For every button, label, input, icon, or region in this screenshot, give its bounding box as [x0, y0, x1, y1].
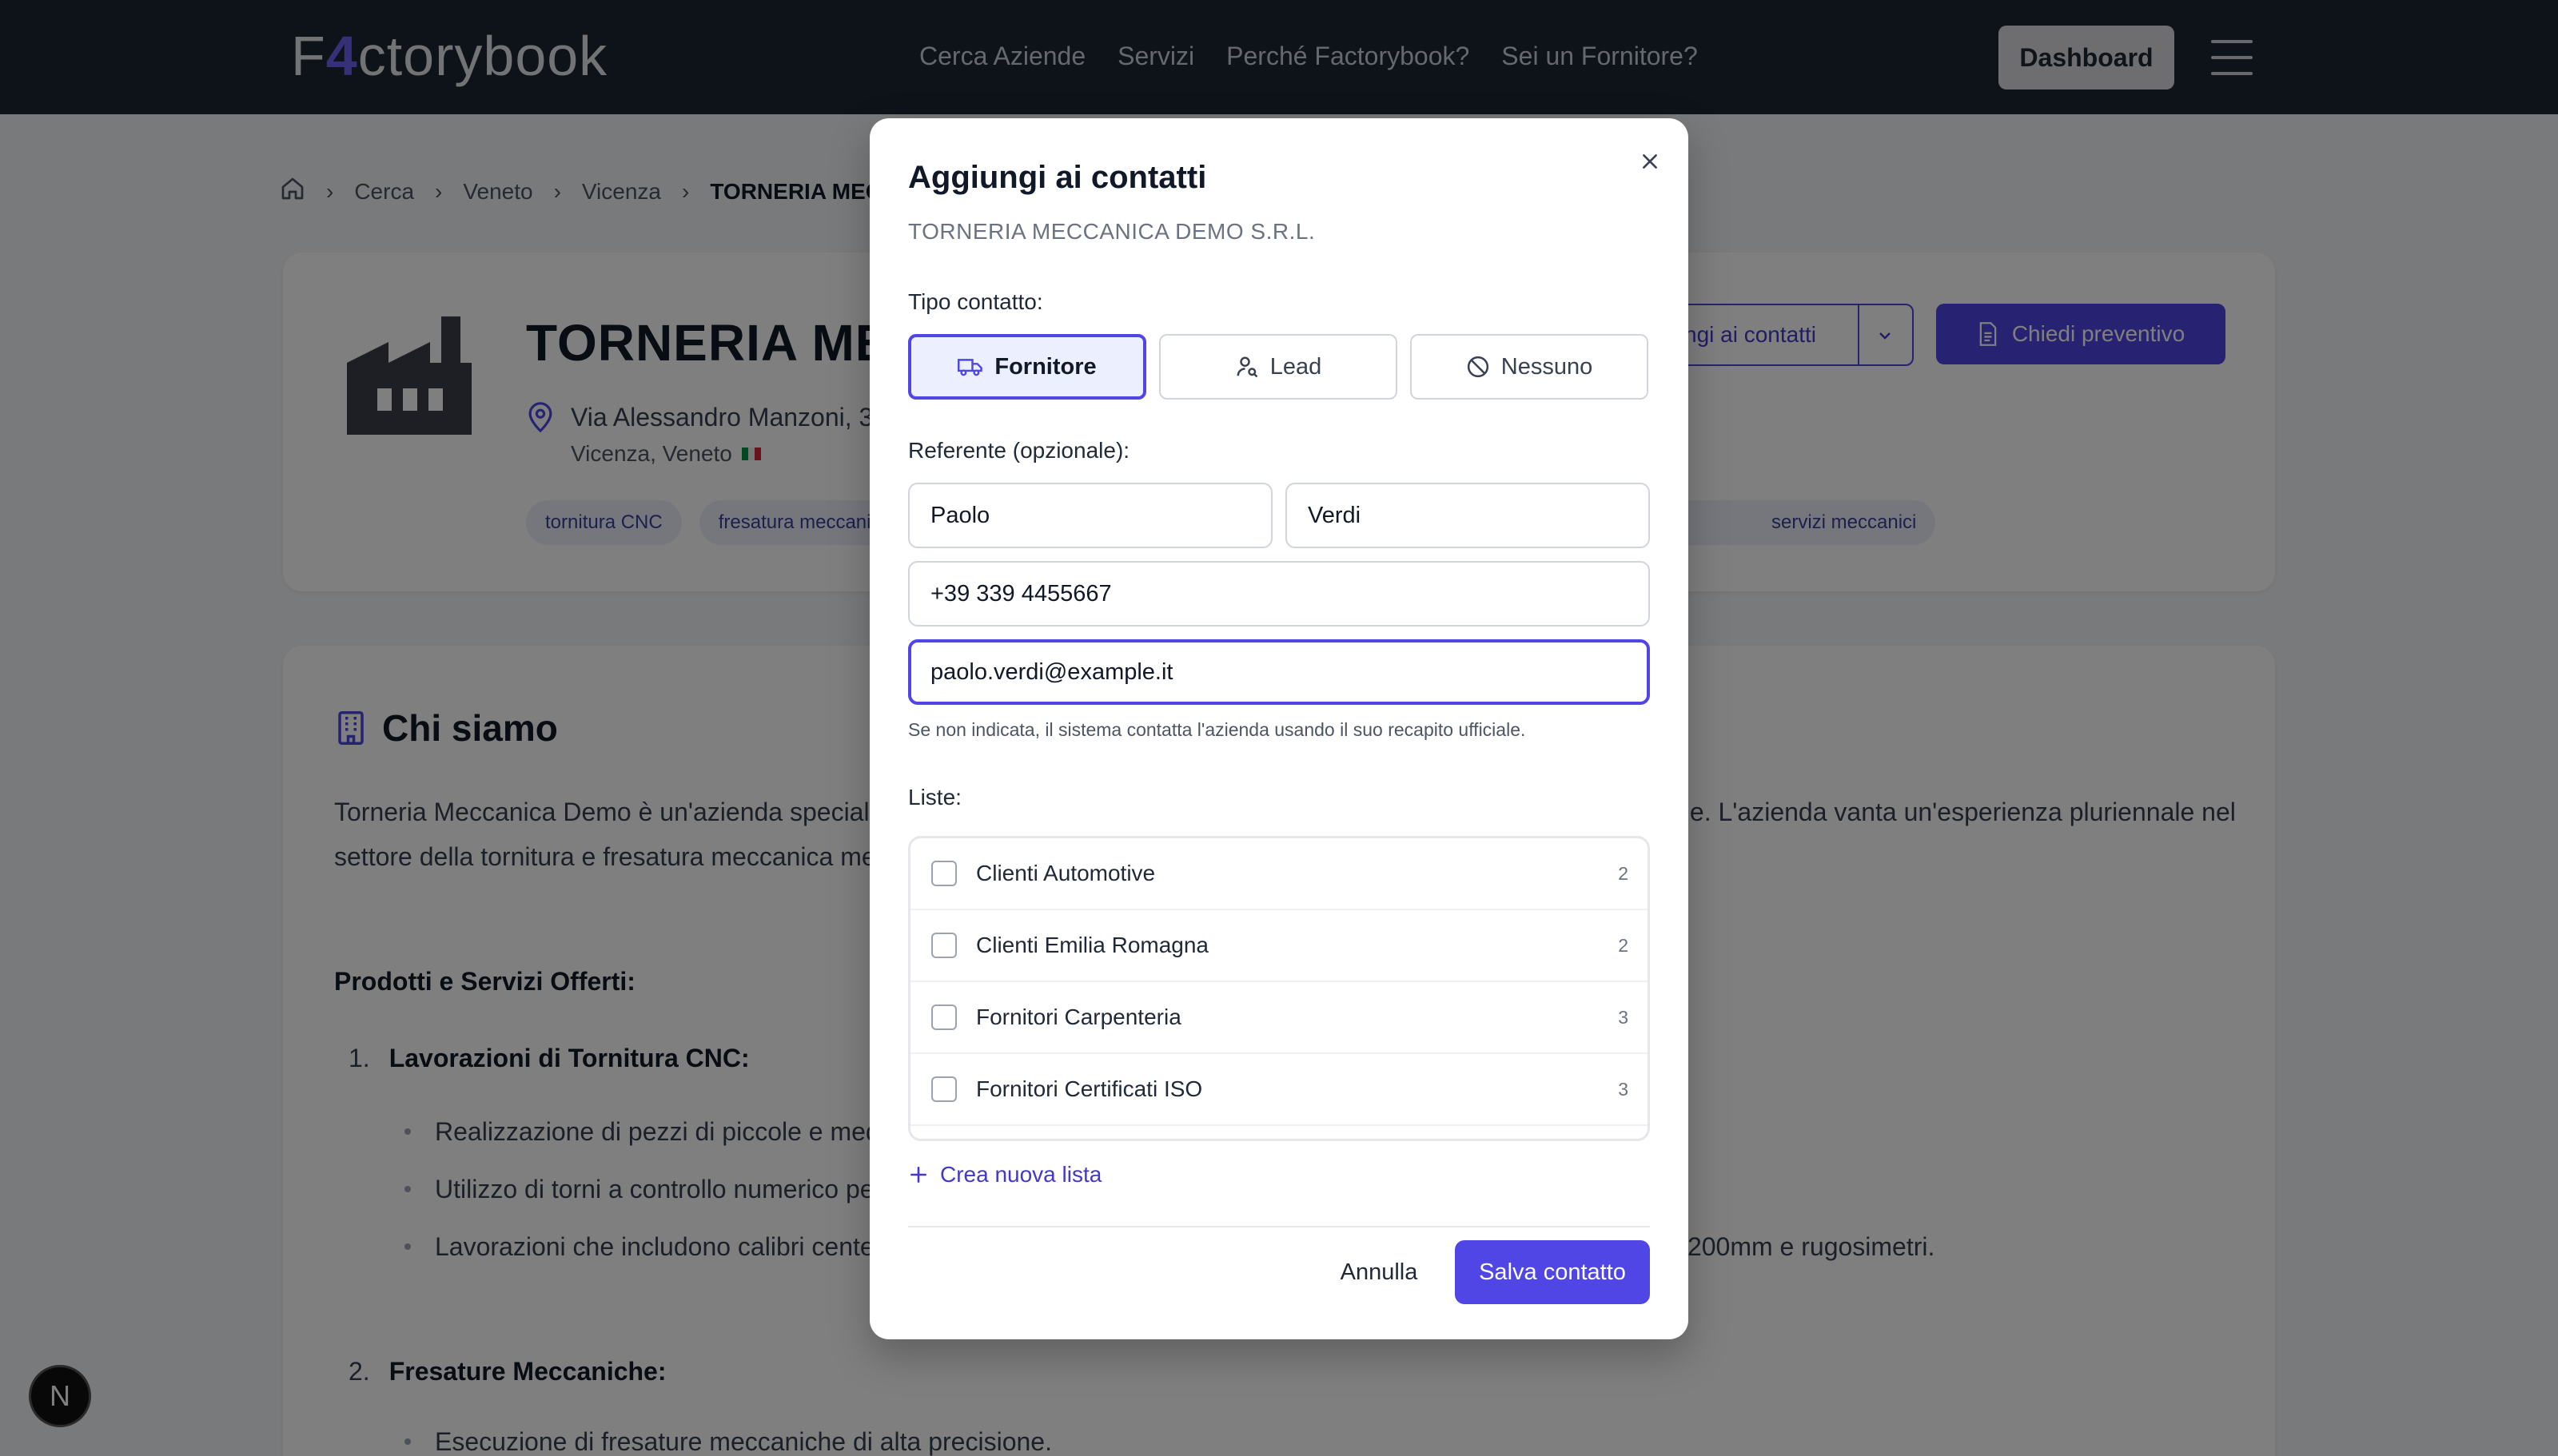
list-checkbox[interactable] [931, 1004, 957, 1030]
create-list-label: Crea nuova lista [940, 1162, 1102, 1187]
first-name-field[interactable]: Paolo [908, 483, 1273, 548]
list-checkbox[interactable] [931, 861, 957, 886]
list-count: 3 [1618, 1078, 1628, 1100]
modal-title: Aggiungi ai contatti [908, 160, 1207, 195]
type-lead-label: Lead [1269, 353, 1322, 380]
list-item[interactable]: Fornitori Carpenteria 3 [910, 982, 1648, 1054]
type-lead-button[interactable]: Lead [1159, 334, 1397, 400]
save-contact-button[interactable]: Salva contatto [1455, 1240, 1650, 1304]
email-helper-text: Se non indicata, il sistema contatta l'a… [908, 719, 1526, 740]
list-item[interactable]: Fornitori Certificati ISO 3 [910, 1054, 1648, 1126]
type-fornitore-button[interactable]: Fornitore [908, 334, 1146, 400]
close-icon[interactable] [1628, 139, 1672, 184]
list-name: Clienti Automotive [976, 861, 1156, 885]
cancel-button[interactable]: Annulla [1317, 1240, 1440, 1304]
type-nessuno-button[interactable]: Nessuno [1410, 334, 1648, 400]
list-name: Fornitori Certificati ISO [976, 1076, 1203, 1101]
last-name-field[interactable]: Verdi [1285, 483, 1650, 548]
contact-type-label: Tipo contatto: [908, 289, 1043, 314]
list-checkbox[interactable] [931, 1076, 957, 1102]
footer-divider [908, 1226, 1650, 1227]
type-fornitore-label: Fornitore [994, 353, 1097, 380]
list-name: Fornitori Carpenteria [976, 1004, 1181, 1029]
lists-label: Liste: [908, 785, 962, 810]
referent-label: Referente (opzionale): [908, 438, 1130, 463]
phone-field[interactable]: +39 339 4455667 [908, 561, 1650, 627]
list-count: 2 [1618, 934, 1628, 956]
create-list-link[interactable]: Crea nuova lista [908, 1162, 1102, 1187]
list-item[interactable]: Clienti Automotive 2 [910, 838, 1648, 910]
email-field[interactable]: paolo.verdi@example.it [908, 639, 1650, 705]
lists-container[interactable]: Clienti Automotive 2 Clienti Emilia Roma… [908, 836, 1650, 1141]
list-count: 2 [1618, 862, 1628, 884]
type-nessuno-label: Nessuno [1500, 353, 1593, 380]
add-contact-modal: Aggiungi ai contatti TORNERIA MECCANICA … [870, 118, 1688, 1339]
truck-icon [958, 359, 983, 376]
list-count: 3 [1618, 1006, 1628, 1028]
list-checkbox[interactable] [931, 933, 957, 958]
list-name: Clienti Emilia Romagna [976, 933, 1209, 957]
modal-company-name: TORNERIA MECCANICA DEMO S.R.L. [908, 219, 1316, 244]
list-item[interactable]: Clienti Emilia Romagna 2 [910, 910, 1648, 982]
ban-icon [1467, 356, 1488, 378]
user-search-icon [1237, 356, 1258, 378]
plus-icon [910, 1167, 926, 1183]
